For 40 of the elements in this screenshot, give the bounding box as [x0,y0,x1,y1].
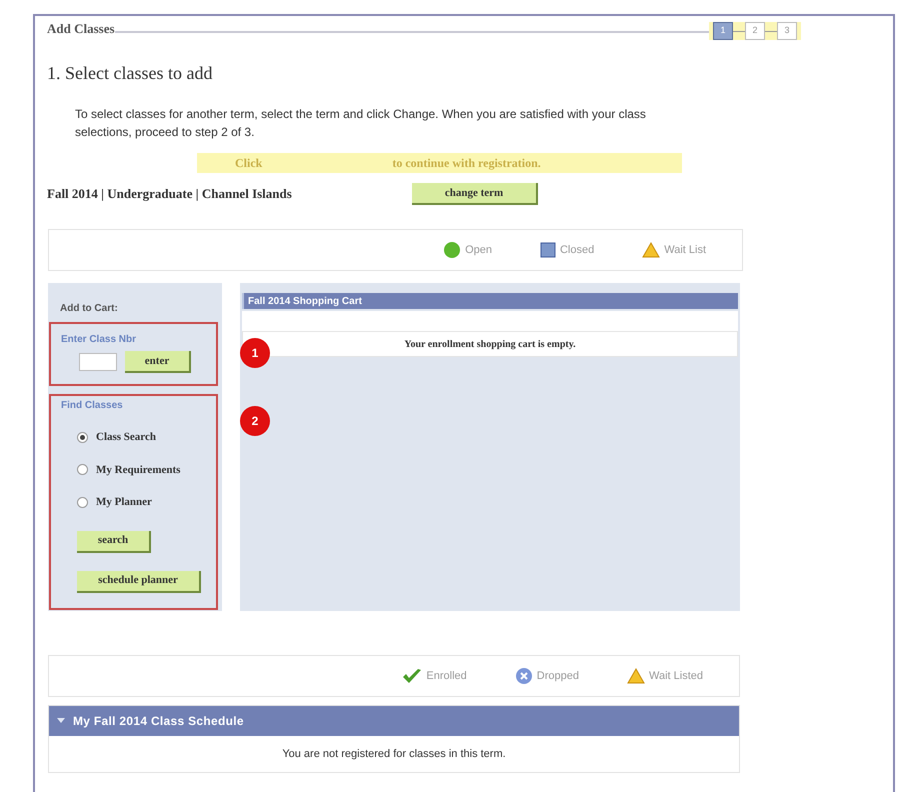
radio-label: Class Search [96,430,156,445]
toggle-icon[interactable] [57,717,65,725]
cart-title: Fall 2014 Shopping Cart [248,294,362,308]
change-term-button[interactable]: change term [412,183,538,205]
radio-label: My Requirements [96,462,180,478]
square-icon [540,242,556,258]
step-indicator: 3 [777,22,797,40]
checkmark-icon [402,668,422,684]
legend-label: Closed [560,242,594,258]
panel-label: Add to Cart: [60,302,119,316]
schedule-message: You are not registered for classes in this term. [282,746,506,762]
x-circle-icon [514,667,533,685]
term-label: Fall 2014 | Undergraduate | Channel Islands [47,185,293,204]
search-button[interactable]: search [77,530,151,552]
step-indicator: 2 [745,22,765,40]
legend-label: Open [465,242,492,258]
field-label: Enter Class Nbr [61,333,138,347]
step-indicator: 1 [713,22,733,40]
radio-button[interactable] [77,496,88,508]
warning-triangle-icon [642,242,660,258]
legend-label: Wait List [664,242,706,258]
radio-button[interactable] [77,464,88,476]
class-number-field[interactable] [79,353,117,371]
radio-button[interactable] [77,432,88,443]
page-title: Add Classes [47,22,115,34]
step-heading: 1. Select classes to add [47,62,214,85]
legend-label: Dropped [536,668,579,684]
enter-button[interactable]: enter [125,351,191,373]
legend-label: Wait Listed [648,668,703,684]
banner-text: Click [235,155,262,172]
radio-label: My Planner [96,495,152,510]
circle-icon [443,241,462,259]
cart-message: Your enrollment shopping cart is empty. [404,338,576,352]
field-label: Find Classes [61,399,124,413]
instructions-text: To select classes for another term, select the term and click Change. When you are satisfied with your class selections, proceed to step 2 of 3. [75,106,647,141]
legend-label: Enrolled [426,668,467,684]
schedule-planner-button[interactable]: schedule planner [77,570,201,592]
banner-text: to continue with registration. [392,155,541,172]
warning-triangle-icon [626,668,645,684]
schedule-title: My Fall 2014 Class Schedule [73,713,244,730]
